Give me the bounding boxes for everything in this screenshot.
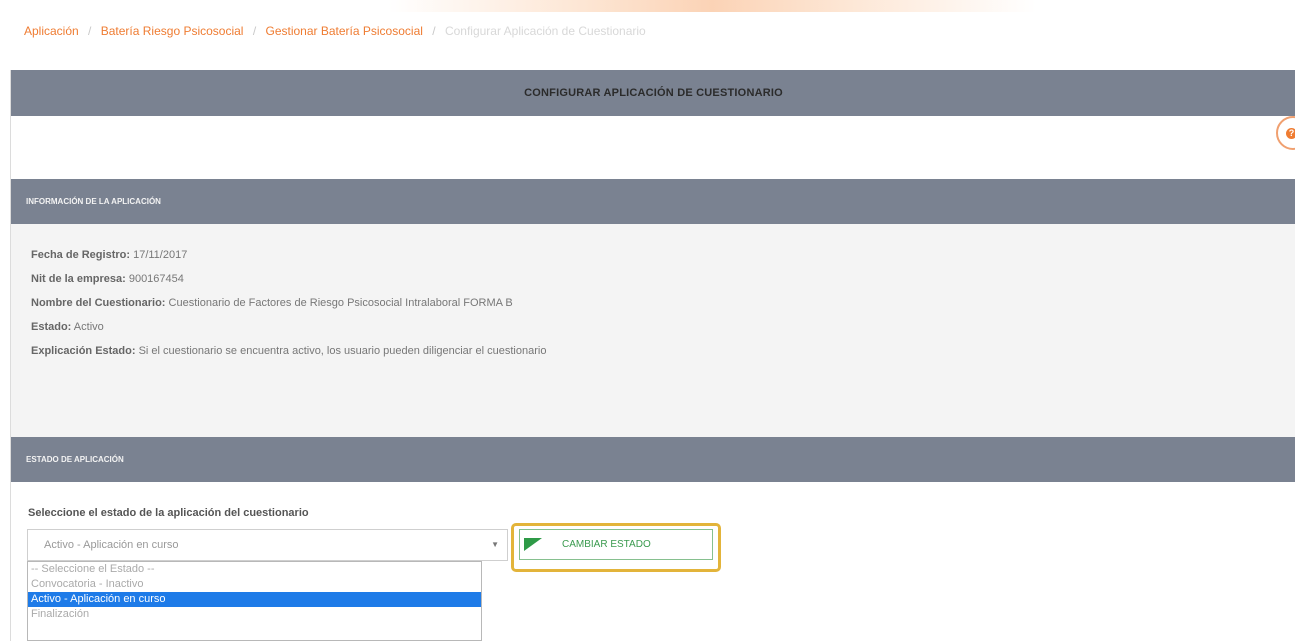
nombre-value: Cuestionario de Factores de Riesgo Psico… — [168, 297, 513, 309]
estado-body: Seleccione el estado de la aplicación de… — [11, 482, 1295, 641]
cambiar-estado-label: CAMBIAR ESTADO — [562, 539, 651, 550]
config-panel: CONFIGURAR APLICACIÓN DE CUESTIONARIO ? … — [10, 70, 1295, 641]
nombre-label: Nombre del Cuestionario: — [31, 297, 166, 309]
breadcrumb-link-gestionar[interactable]: Gestionar Batería Psicosocial — [266, 24, 423, 38]
estado-label: Estado: — [31, 321, 72, 333]
dropdown-option[interactable]: Finalización — [28, 607, 481, 622]
breadcrumb-link-bateria[interactable]: Batería Riesgo Psicosocial — [101, 24, 244, 38]
dropdown-option[interactable]: Convocatoria - Inactivo — [28, 577, 481, 592]
question-circle-icon: ? — [1286, 127, 1295, 139]
estado-section-header: ESTADO DE APLICACIÓN — [11, 437, 1295, 482]
info-nombre: Nombre del Cuestionario: Cuestionario de… — [31, 297, 513, 309]
info-section-header: INFORMACIÓN DE LA APLICACIÓN — [11, 179, 1295, 224]
panel-title: CONFIGURAR APLICACIÓN DE CUESTIONARIO — [11, 70, 1295, 116]
nit-value: 900167454 — [128, 273, 184, 285]
dropdown-option[interactable]: -- Seleccione el Estado -- — [28, 562, 481, 577]
estado-select-label: Seleccione el estado de la aplicación de… — [28, 507, 309, 519]
breadcrumb-link-aplicacion[interactable]: Aplicación — [24, 24, 79, 38]
flag-icon — [524, 538, 542, 551]
info-explicacion: Explicación Estado: Si el cuestionario s… — [31, 345, 546, 357]
estado-select-value: Activo - Aplicación en curso — [44, 539, 179, 551]
info-fecha: Fecha de Registro: 17/11/2017 — [31, 249, 187, 261]
top-accent-band — [0, 0, 1295, 12]
info-estado: Estado: Activo — [31, 321, 104, 333]
nit-label: Nit de la empresa: — [31, 273, 126, 285]
cambiar-estado-button[interactable]: CAMBIAR ESTADO — [519, 529, 713, 560]
dropdown-option-selected[interactable]: Activo - Aplicación en curso — [28, 592, 481, 607]
estado-select[interactable]: Activo - Aplicación en curso ▼ — [27, 529, 508, 561]
estado-value: Activo — [73, 321, 104, 333]
help-area: ? — [11, 116, 1295, 179]
breadcrumb-current: Configurar Aplicación de Cuestionario — [444, 24, 646, 38]
help-button[interactable]: ? — [1276, 116, 1295, 150]
info-nit: Nit de la empresa: 900167454 — [31, 273, 184, 285]
explicacion-label: Explicación Estado: — [31, 345, 136, 357]
breadcrumb-separator: / — [88, 24, 92, 38]
breadcrumb-separator: / — [432, 24, 436, 38]
fecha-value: 17/11/2017 — [133, 249, 188, 261]
info-body: Fecha de Registro: 17/11/2017 Nit de la … — [11, 224, 1295, 437]
estado-dropdown[interactable]: -- Seleccione el Estado -- Convocatoria … — [27, 561, 482, 641]
fecha-label: Fecha de Registro: — [31, 249, 131, 261]
breadcrumb: Aplicación / Batería Riesgo Psicosocial … — [24, 24, 646, 38]
breadcrumb-separator: / — [252, 24, 257, 38]
explicacion-value: Si el cuestionario se encuentra activo, … — [138, 345, 547, 357]
chevron-down-icon: ▼ — [491, 540, 499, 549]
